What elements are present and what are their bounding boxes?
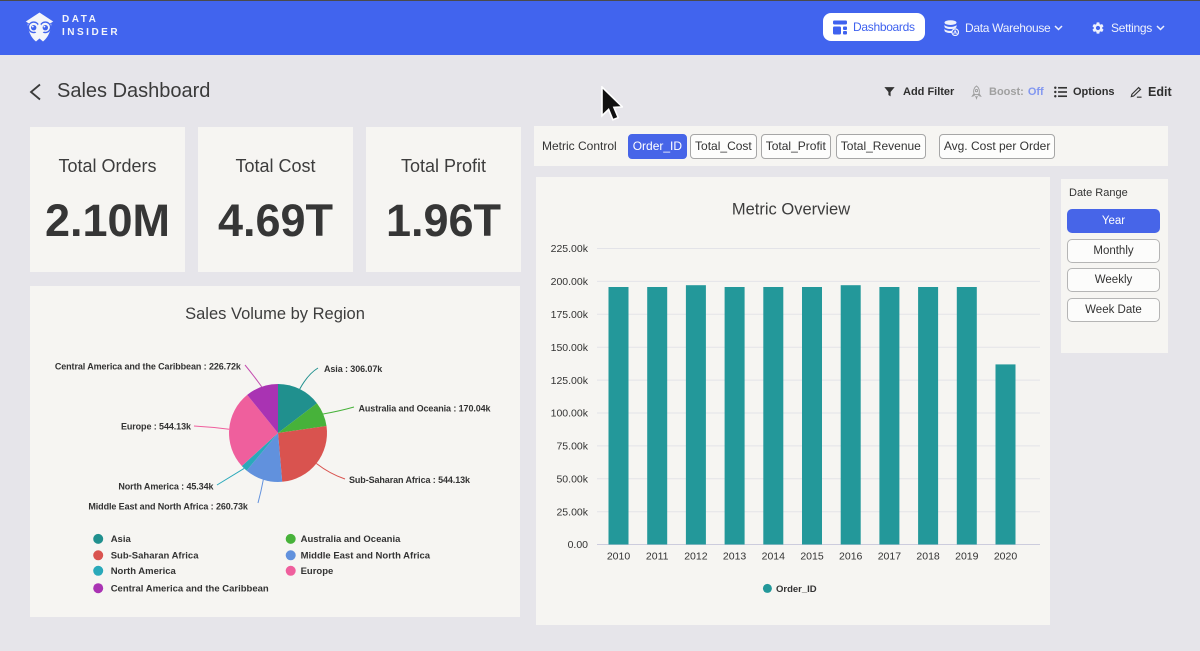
svg-text:2012: 2012	[684, 551, 708, 563]
svg-text:Australia and Oceania: Australia and Oceania	[301, 534, 402, 545]
svg-text:2018: 2018	[916, 551, 940, 563]
svg-text:125.00k: 125.00k	[551, 375, 589, 387]
svg-text:2010: 2010	[607, 551, 631, 563]
svg-text:Sub-Saharan Africa : 544.13k: Sub-Saharan Africa : 544.13k	[349, 475, 471, 485]
svg-text:North America: North America	[111, 566, 177, 577]
svg-text:Middle East and North Africa: Middle East and North Africa	[301, 551, 431, 562]
svg-text:100.00k: 100.00k	[551, 408, 589, 420]
svg-text:Central America and the Caribb: Central America and the Caribbean : 226.…	[55, 361, 242, 371]
svg-text:Europe : 544.13k: Europe : 544.13k	[121, 422, 192, 432]
svg-text:200.00k: 200.00k	[551, 276, 589, 288]
svg-text:0.00: 0.00	[568, 539, 589, 551]
svg-text:North America : 45.34k: North America : 45.34k	[118, 482, 214, 492]
svg-text:Middle East and North Africa :: Middle East and North Africa : 260.73k	[88, 502, 249, 512]
svg-text:2016: 2016	[839, 551, 863, 563]
svg-text:2015: 2015	[800, 551, 824, 563]
svg-text:75.00k: 75.00k	[556, 441, 588, 453]
svg-text:Asia : 306.07k: Asia : 306.07k	[324, 364, 383, 374]
svg-text:150.00k: 150.00k	[551, 342, 589, 354]
svg-text:Metric Overview: Metric Overview	[732, 201, 850, 219]
svg-text:50.00k: 50.00k	[556, 474, 588, 486]
svg-text:Asia: Asia	[111, 534, 132, 545]
svg-text:2014: 2014	[762, 551, 786, 563]
svg-text:175.00k: 175.00k	[551, 309, 589, 321]
svg-text:2017: 2017	[878, 551, 902, 563]
svg-text:2011: 2011	[646, 551, 669, 563]
svg-text:Order_ID: Order_ID	[776, 584, 817, 595]
svg-text:2020: 2020	[994, 551, 1018, 563]
svg-text:2013: 2013	[723, 551, 747, 563]
svg-text:2019: 2019	[955, 551, 979, 563]
svg-text:225.00k: 225.00k	[551, 243, 589, 255]
svg-text:25.00k: 25.00k	[556, 506, 588, 518]
svg-text:Australia and Oceania : 170.04: Australia and Oceania : 170.04k	[359, 404, 492, 414]
svg-text:Central America and the Caribb: Central America and the Caribbean	[111, 584, 269, 595]
svg-text:Europe: Europe	[301, 566, 334, 577]
svg-text:Sub-Saharan Africa: Sub-Saharan Africa	[111, 551, 200, 562]
